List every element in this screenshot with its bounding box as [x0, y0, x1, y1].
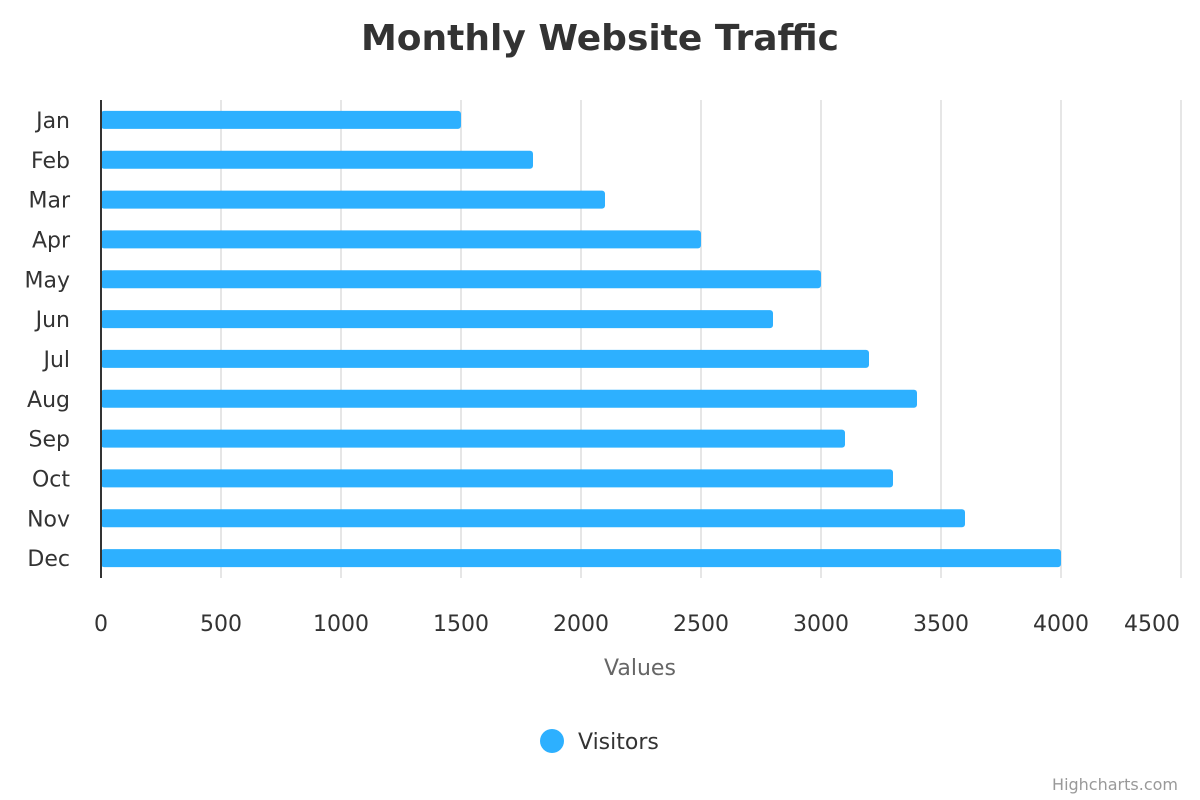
bar-jul[interactable] [101, 349, 869, 368]
credits-link[interactable]: Highcharts.com [1052, 775, 1178, 794]
value-tick-label: 0 [94, 612, 108, 637]
value-tick-labels: 0 500 1000 1500 2000 2500 3000 3500 4000 4500 [94, 612, 1180, 637]
category-label: Dec [27, 547, 70, 572]
value-tick-label: 3500 [913, 612, 969, 637]
category-labels: Jan Feb Mar Apr May Jun Jul Aug Sep Oct Nov Dec [25, 109, 71, 572]
category-label: Jan [34, 109, 70, 134]
bar-apr[interactable] [101, 230, 701, 249]
value-tick-label: 4500 [1124, 612, 1180, 637]
bar-feb[interactable] [101, 150, 533, 169]
category-label: Apr [32, 228, 71, 253]
category-label: Feb [31, 149, 70, 174]
bar-nov[interactable] [101, 509, 965, 528]
category-label: Sep [29, 428, 70, 453]
bar-mar[interactable] [101, 190, 605, 209]
category-label: Jul [41, 348, 70, 373]
x-axis-title: Values [604, 656, 676, 681]
category-label: Jun [34, 308, 70, 333]
category-label: Aug [27, 388, 70, 413]
bar-may[interactable] [101, 270, 821, 289]
value-tick-label: 2000 [553, 612, 609, 637]
category-label: Nov [27, 507, 70, 532]
bar-oct[interactable] [101, 469, 893, 488]
bar-jun[interactable] [101, 310, 773, 329]
bar-dec[interactable] [101, 549, 1061, 568]
bar-aug[interactable] [101, 389, 917, 408]
bar-jan[interactable] [101, 110, 461, 129]
chart-title: Monthly Website Traffic [361, 18, 839, 59]
bar-chart: Monthly Website Traffic JanFebMarAprMayJ… [25, 18, 1182, 794]
bar-sep[interactable] [101, 429, 845, 448]
value-tick-label: 4000 [1033, 612, 1089, 637]
category-label: Mar [28, 189, 70, 214]
value-tick-label: 2500 [673, 612, 729, 637]
value-tick-label: 1000 [313, 612, 369, 637]
value-tick-label: 500 [200, 612, 242, 637]
category-label: Oct [32, 467, 70, 492]
category-label: May [25, 268, 70, 293]
grid-lines [220, 100, 1182, 578]
value-tick-label: 1500 [433, 612, 489, 637]
value-tick-label: 3000 [793, 612, 849, 637]
legend[interactable]: Visitors [540, 729, 659, 755]
legend-marker-visitors[interactable] [540, 729, 564, 753]
legend-label-visitors[interactable]: Visitors [578, 730, 659, 755]
chart-container: Monthly Website Traffic Jan Feb Mar Apr May J… [0, 0, 1200, 800]
